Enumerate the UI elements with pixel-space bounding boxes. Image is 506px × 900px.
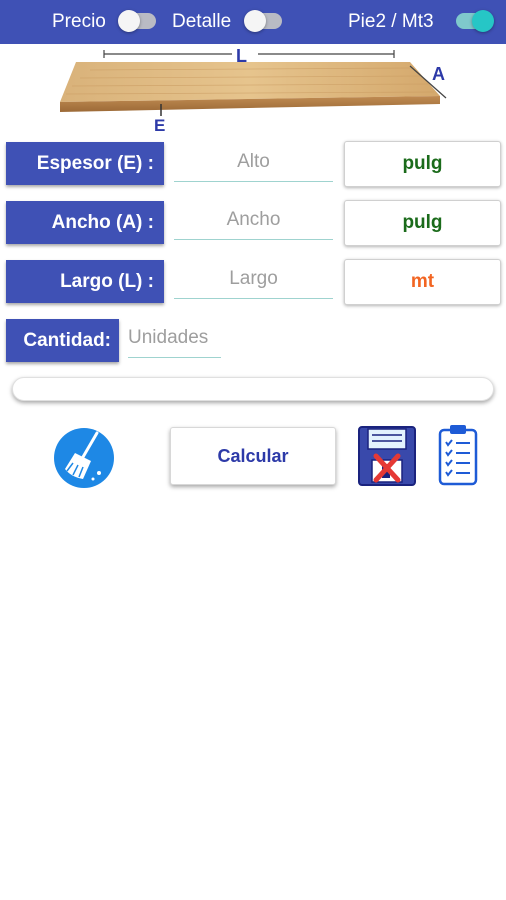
ancho-input[interactable]: Ancho: [174, 200, 333, 240]
detalle-toggle[interactable]: [244, 10, 282, 32]
toggle-knob: [118, 10, 140, 32]
result-progress-bar: [12, 377, 494, 401]
precio-toggle-label: Precio: [52, 11, 106, 32]
ancho-unit-button[interactable]: pulg: [344, 200, 501, 246]
cantidad-label: Cantidad:: [6, 319, 119, 362]
width-label: A: [432, 64, 445, 84]
broom-icon[interactable]: [53, 427, 115, 489]
clipboard-checklist-icon[interactable]: [438, 424, 478, 486]
largo-input[interactable]: Largo: [174, 259, 333, 299]
toggle-knob: [472, 10, 494, 32]
top-toolbar: Precio Detalle Pie2 / Mt3: [0, 0, 506, 44]
toggle-knob: [244, 10, 266, 32]
espesor-label: Espesor (E) :: [6, 142, 164, 185]
detalle-toggle-label: Detalle: [172, 11, 232, 32]
floppy-delete-icon[interactable]: [358, 426, 416, 486]
pie2-mt3-toggle[interactable]: [456, 10, 494, 32]
espesor-unit-button[interactable]: pulg: [344, 141, 501, 187]
length-label: L: [236, 46, 247, 66]
pie2-mt3-toggle-label: Pie2 / Mt3: [348, 11, 434, 32]
board-diagram: L A E: [0, 44, 506, 136]
thickness-label: E: [154, 116, 165, 135]
cantidad-input[interactable]: Unidades: [128, 318, 221, 358]
largo-label: Largo (L) :: [6, 260, 164, 303]
calculate-button[interactable]: Calcular: [170, 427, 336, 485]
precio-toggle[interactable]: [118, 10, 156, 32]
ancho-label: Ancho (A) :: [6, 201, 164, 244]
espesor-input[interactable]: Alto: [174, 142, 333, 182]
largo-unit-button[interactable]: mt: [344, 259, 501, 305]
wood-board-image: L A E: [60, 44, 447, 135]
